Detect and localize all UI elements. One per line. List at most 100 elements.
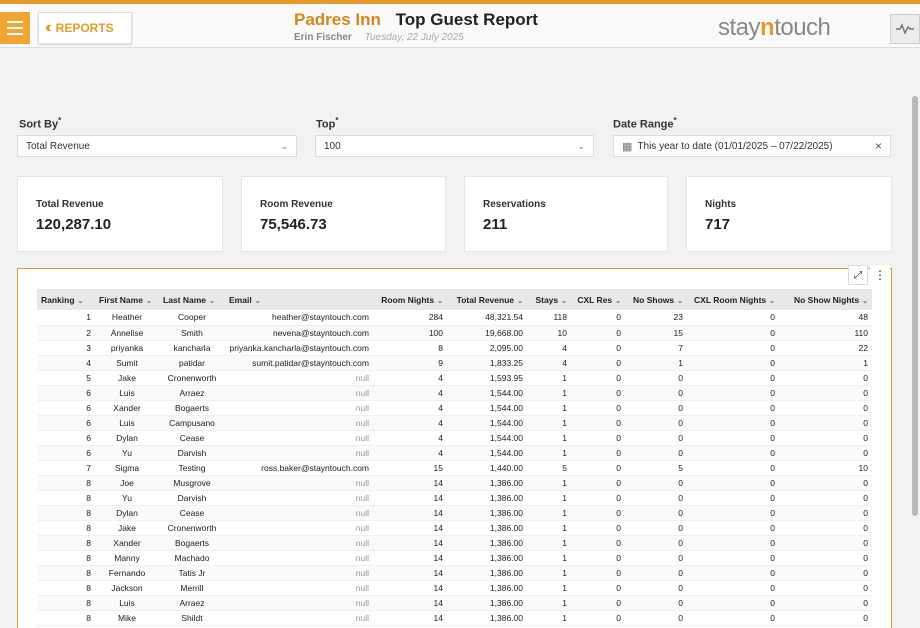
table-cell: 1	[527, 385, 571, 401]
table-row[interactable]: 3 priyanka kancharla priyanka.kancharla@sta…	[37, 340, 872, 356]
table-cell: 14	[373, 475, 447, 491]
table-row[interactable]: 6 Luis Arraez null 4 1,544.00 1 0 0 0 0	[37, 385, 872, 401]
table-cell: 48,321.54	[447, 310, 527, 326]
hamburger-icon	[7, 21, 23, 23]
table-cell: 0	[625, 610, 687, 626]
user-name: Erin Fischer	[294, 32, 352, 43]
column-header[interactable]: Email ⌄	[225, 289, 373, 310]
menu-button[interactable]	[0, 12, 30, 44]
table-cell: 14	[373, 550, 447, 566]
column-header[interactable]: No Shows ⌄	[625, 289, 687, 310]
table-cell: 1	[527, 400, 571, 416]
table-row[interactable]: 6 Dylan Cease null 4 1,544.00 1 0 0 0 0	[37, 430, 872, 446]
column-header[interactable]: CXL Res ⌄	[571, 289, 625, 310]
table-row[interactable]: 8 Mike Shildt null 14 1,386.00 1 0 0 0 0	[37, 610, 872, 626]
table-cell: 0	[687, 535, 779, 551]
table-cell: 1,544.00	[447, 430, 527, 446]
table-cell: Bogaerts	[159, 400, 225, 416]
table-cell: 100	[373, 325, 447, 341]
sort-by-label: Sort By*	[19, 116, 62, 131]
table-cell: 0	[687, 460, 779, 476]
table-cell: 284	[373, 310, 447, 326]
scrollbar-thumb[interactable]	[912, 96, 918, 516]
kpi-nights: Nights 717	[686, 176, 892, 252]
date-range-picker[interactable]: ▦ This year to date (01/01/2025 – 07/22/…	[613, 135, 891, 157]
chevron-down-icon: ⌄	[677, 297, 683, 305]
table-row[interactable]: 6 Xander Bogaerts null 4 1,544.00 1 0 0 0 0	[37, 400, 872, 416]
column-header[interactable]: CXL Room Nights ⌄	[687, 289, 779, 310]
table-cell: 0	[687, 385, 779, 401]
chevron-down-icon: ⌄	[561, 297, 567, 305]
table-cell: 1	[527, 415, 571, 431]
table-row[interactable]: 4 Sumit patidar sumit.patidar@stayntouch.co…	[37, 355, 872, 371]
table-row[interactable]: 8 Joe Musgrove null 14 1,386.00 1 0 0 0 0	[37, 475, 872, 491]
table-row[interactable]: 7 Sigma Testing ross.baker@stayntouch.com 15…	[37, 460, 872, 476]
table-row[interactable]: 2 Annelise Smith nevena@stayntouch.com 100 19…	[37, 325, 872, 341]
table-cell: Sigma	[95, 460, 159, 476]
more-vertical-icon: ⋮	[874, 268, 886, 282]
table-row[interactable]: 5 Jake Cronenworth null 4 1,593.95 1 0 0 0 0	[37, 370, 872, 386]
table-cell: null	[225, 520, 373, 536]
column-header[interactable]: Total Revenue ⌄	[447, 289, 527, 310]
table-cell: 2	[37, 325, 95, 341]
double-chevron-left-icon: ‹‹	[45, 19, 51, 36]
table-cell: 118	[527, 310, 571, 326]
column-header[interactable]: No Show Nights ⌄	[779, 289, 872, 310]
table-cell: 0	[571, 355, 625, 371]
table-row[interactable]: 8 Jackson Merrill null 14 1,386.00 1 0 0 0 0	[37, 580, 872, 596]
top-bar: ‹‹ REPORTS Padres Inn Top Guest Report E…	[0, 0, 920, 48]
table-row[interactable]: 8 Luis Arraez null 14 1,386.00 1 0 0 0 0	[37, 595, 872, 611]
column-header[interactable]: Last Name ⌄	[159, 289, 225, 310]
table-cell: 1,386.00	[447, 490, 527, 506]
table-cell: null	[225, 535, 373, 551]
table-cell: Cronenworth	[159, 520, 225, 536]
chevron-down-icon: ⌄	[517, 297, 523, 305]
more-options-button[interactable]: ⋮	[870, 265, 890, 285]
table-cell: 0	[687, 580, 779, 596]
chevron-down-icon: ⌄	[615, 297, 621, 305]
table-cell: 0	[571, 400, 625, 416]
chevron-down-icon: ⌄	[254, 297, 261, 305]
table-cell: Cronenworth	[159, 370, 225, 386]
top-select[interactable]: 100 ⌄	[315, 135, 594, 157]
table-cell: Tatis Jr	[159, 565, 225, 581]
table-cell: null	[225, 550, 373, 566]
table-cell: null	[225, 370, 373, 386]
table-cell: 8	[37, 565, 95, 581]
table-cell: 6	[37, 445, 95, 461]
reports-back-button[interactable]: ‹‹ REPORTS	[38, 12, 132, 44]
table-row[interactable]: 6 Luis Campusano null 4 1,544.00 1 0 0 0 0	[37, 415, 872, 431]
pulse-button[interactable]	[890, 14, 920, 44]
table-row[interactable]: 8 Dylan Cease null 14 1,386.00 1 0 0 0 0	[37, 505, 872, 521]
table-row[interactable]: 8 Manny Machado null 14 1,386.00 1 0 0 0 0	[37, 550, 872, 566]
table-row[interactable]: 6 Yu Darvish null 4 1,544.00 1 0 0 0 0	[37, 445, 872, 461]
table-cell: 1	[37, 310, 95, 326]
column-header[interactable]: First Name ⌄	[95, 289, 159, 310]
table-cell: 1,386.00	[447, 475, 527, 491]
column-header[interactable]: Ranking ⌄	[37, 289, 95, 310]
column-header[interactable]: Stays ⌄	[527, 289, 571, 310]
table-row[interactable]: 8 Xander Bogaerts null 14 1,386.00 1 0 0 0 0	[37, 535, 872, 551]
chevron-down-icon: ⌄	[769, 297, 775, 305]
table-cell: null	[225, 580, 373, 596]
sort-by-select[interactable]: Total Revenue ⌄	[17, 135, 297, 157]
table-cell: 5	[625, 460, 687, 476]
table-row[interactable]: 8 Jake Cronenworth null 14 1,386.00 1 0 0 0 0	[37, 520, 872, 536]
table-cell: 0	[571, 550, 625, 566]
table-cell: 0	[625, 415, 687, 431]
table-row[interactable]: 8 Yu Darvish null 14 1,386.00 1 0 0 0 0	[37, 490, 872, 506]
table-cell: null	[225, 445, 373, 461]
table-row[interactable]: 1 Heather Cooper heather@stayntouch.com 284 4…	[37, 310, 872, 326]
column-header[interactable]: Room Nights ⌄	[373, 289, 447, 310]
table-cell: 0	[687, 520, 779, 536]
table-cell: Yu	[95, 445, 159, 461]
clear-icon[interactable]: ×	[875, 139, 882, 153]
table-cell: 0	[625, 475, 687, 491]
table-row[interactable]: 8 Fernando Tatis Jr null 14 1,386.00 1 0 0 0 0	[37, 565, 872, 581]
table-cell: 1,386.00	[447, 595, 527, 611]
chevron-down-icon: ⌄	[577, 140, 585, 151]
table-cell: 8	[37, 520, 95, 536]
table-cell: 6	[37, 385, 95, 401]
date-range-label: Date Range*	[613, 116, 677, 131]
expand-button[interactable]: ⤢	[848, 265, 868, 285]
